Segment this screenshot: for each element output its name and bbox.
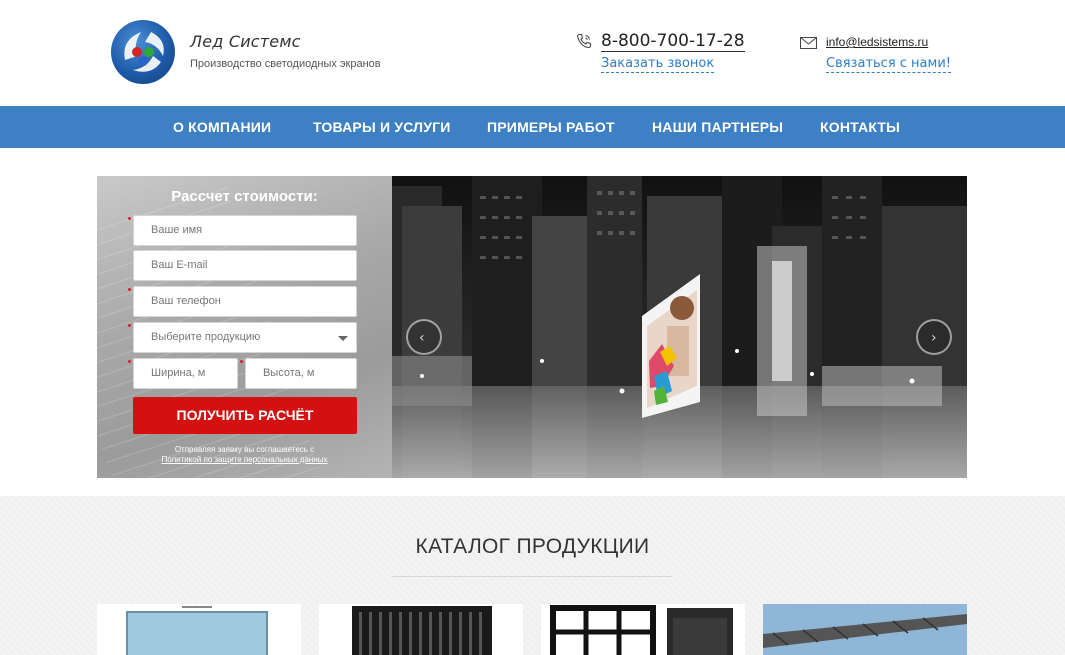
phone-icon — [576, 33, 592, 49]
product-select[interactable]: Выберите продукцию — [133, 322, 357, 353]
slider-next-button[interactable]: › — [916, 319, 952, 355]
consent-text: Отправляя заявку вы соглашаетесь с — [174, 445, 315, 454]
required-marker — [128, 217, 131, 220]
height-input[interactable]: Высота, м — [245, 358, 357, 389]
main-nav: О КОМПАНИИ ТОВАРЫ И УСЛУГИ ПРИМЕРЫ РАБОТ… — [0, 106, 1065, 148]
logo-icon[interactable] — [111, 20, 175, 84]
nav-item-partners[interactable]: НАШИ ПАРТНЕРЫ — [652, 106, 783, 148]
phone-number[interactable]: 8-800-700-17-28 — [601, 31, 745, 52]
callback-link[interactable]: Заказать звонок — [601, 56, 715, 73]
nav-item-portfolio[interactable]: ПРИМЕРЫ РАБОТ — [487, 106, 615, 148]
email-input[interactable]: Ваш E-mail — [133, 250, 357, 281]
catalog-card[interactable] — [319, 604, 523, 655]
chevron-left-icon: ‹ — [419, 330, 425, 346]
slide-image-city-billboard — [392, 176, 967, 478]
hero-section: Рассчет стоимости: Ваше имя Ваш E-mail В… — [97, 176, 967, 478]
required-marker — [128, 288, 131, 291]
catalog-card[interactable] — [97, 604, 301, 655]
catalog-title: КАТАЛОГ ПРОДУКЦИИ — [415, 535, 650, 558]
phone-input[interactable]: Ваш телефон — [133, 286, 357, 317]
required-marker — [128, 360, 131, 363]
brand-tagline: Производство светодиодных экранов — [190, 58, 381, 70]
required-marker — [128, 324, 131, 327]
email-link[interactable]: info@ledsistems.ru — [826, 35, 928, 49]
mail-icon — [800, 37, 817, 49]
divider — [392, 576, 672, 577]
width-input[interactable]: Ширина, м — [133, 358, 238, 389]
hero-slider: ‹ › — [392, 176, 967, 478]
product-image-led-module — [352, 606, 492, 655]
chevron-right-icon: › — [931, 330, 937, 346]
site-header: Лед Системс Производство светодиодных эк… — [0, 0, 1065, 106]
get-estimate-button[interactable]: ПОЛУЧИТЬ РАСЧЁТ — [133, 397, 357, 434]
product-image-truss-structure — [763, 604, 967, 655]
required-marker — [240, 360, 243, 363]
form-title: Рассчет стоимости: — [171, 188, 318, 205]
nav-item-about[interactable]: О КОМПАНИИ — [173, 106, 271, 148]
slider-prev-button[interactable]: ‹ — [406, 319, 442, 355]
brand-name: Лед Системс — [190, 32, 301, 51]
product-image-led-panel — [126, 606, 268, 655]
contact-us-link[interactable]: Связаться с нами! — [826, 56, 951, 73]
privacy-policy-link[interactable]: Политикой по защите персональных данных — [97, 455, 392, 465]
nav-item-products-services[interactable]: ТОВАРЫ И УСЛУГИ — [313, 106, 451, 148]
product-image-led-cabinet — [550, 605, 733, 655]
consent-notice: Отправляя заявку вы соглашаетесь с Полит… — [97, 445, 392, 465]
catalog-card[interactable] — [763, 604, 967, 655]
nav-item-contacts[interactable]: КОНТАКТЫ — [820, 106, 900, 148]
name-input[interactable]: Ваше имя — [133, 215, 357, 246]
catalog-card[interactable] — [541, 604, 745, 655]
product-select-label: Выберите продукцию — [151, 331, 261, 343]
cost-calculator-form: Рассчет стоимости: Ваше имя Ваш E-mail В… — [97, 176, 392, 478]
chevron-down-icon — [338, 336, 348, 341]
